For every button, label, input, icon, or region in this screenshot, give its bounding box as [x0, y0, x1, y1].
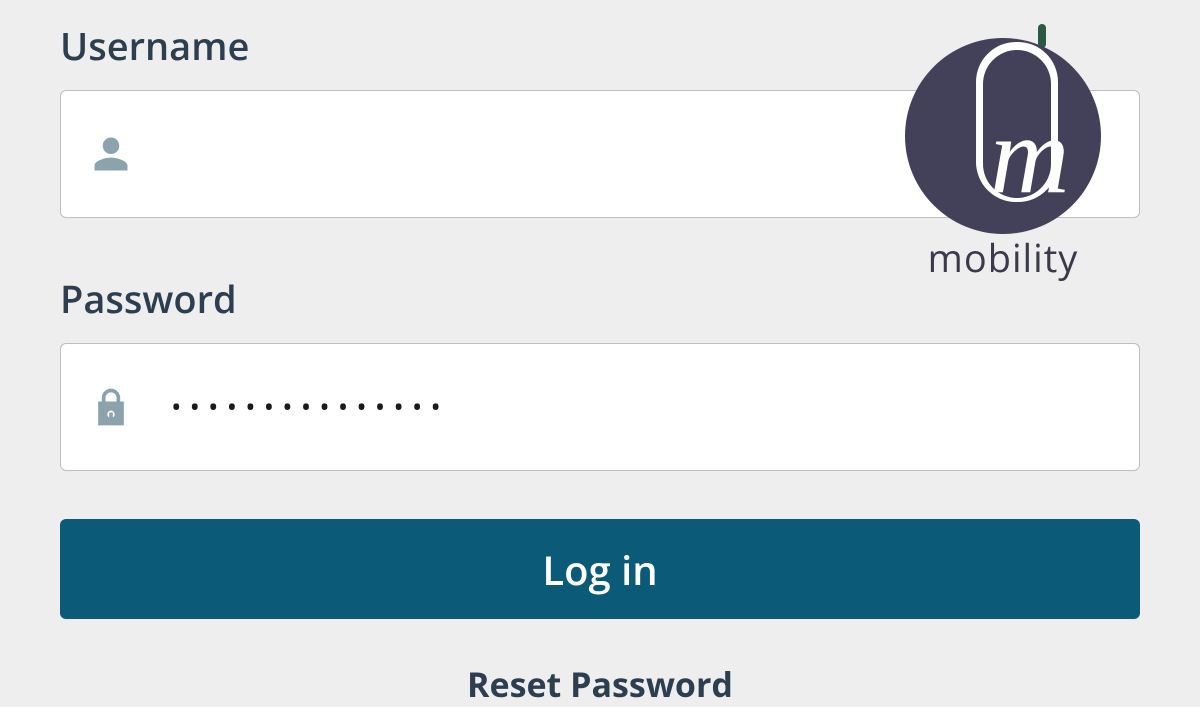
login-form: Username Password Log in Reset Password	[0, 0, 1200, 707]
reset-password-container: Reset Password	[60, 661, 1140, 707]
login-button[interactable]: Log in	[60, 519, 1140, 619]
password-input[interactable]	[171, 388, 1111, 426]
user-icon	[89, 132, 133, 176]
username-input-container[interactable]	[60, 90, 1140, 218]
password-input-container[interactable]	[60, 343, 1140, 471]
username-label: Username	[60, 20, 1140, 72]
reset-password-link[interactable]: Reset Password	[467, 661, 733, 707]
lock-icon	[89, 385, 133, 429]
password-label: Password	[60, 273, 1140, 325]
username-input[interactable]	[171, 133, 1111, 176]
